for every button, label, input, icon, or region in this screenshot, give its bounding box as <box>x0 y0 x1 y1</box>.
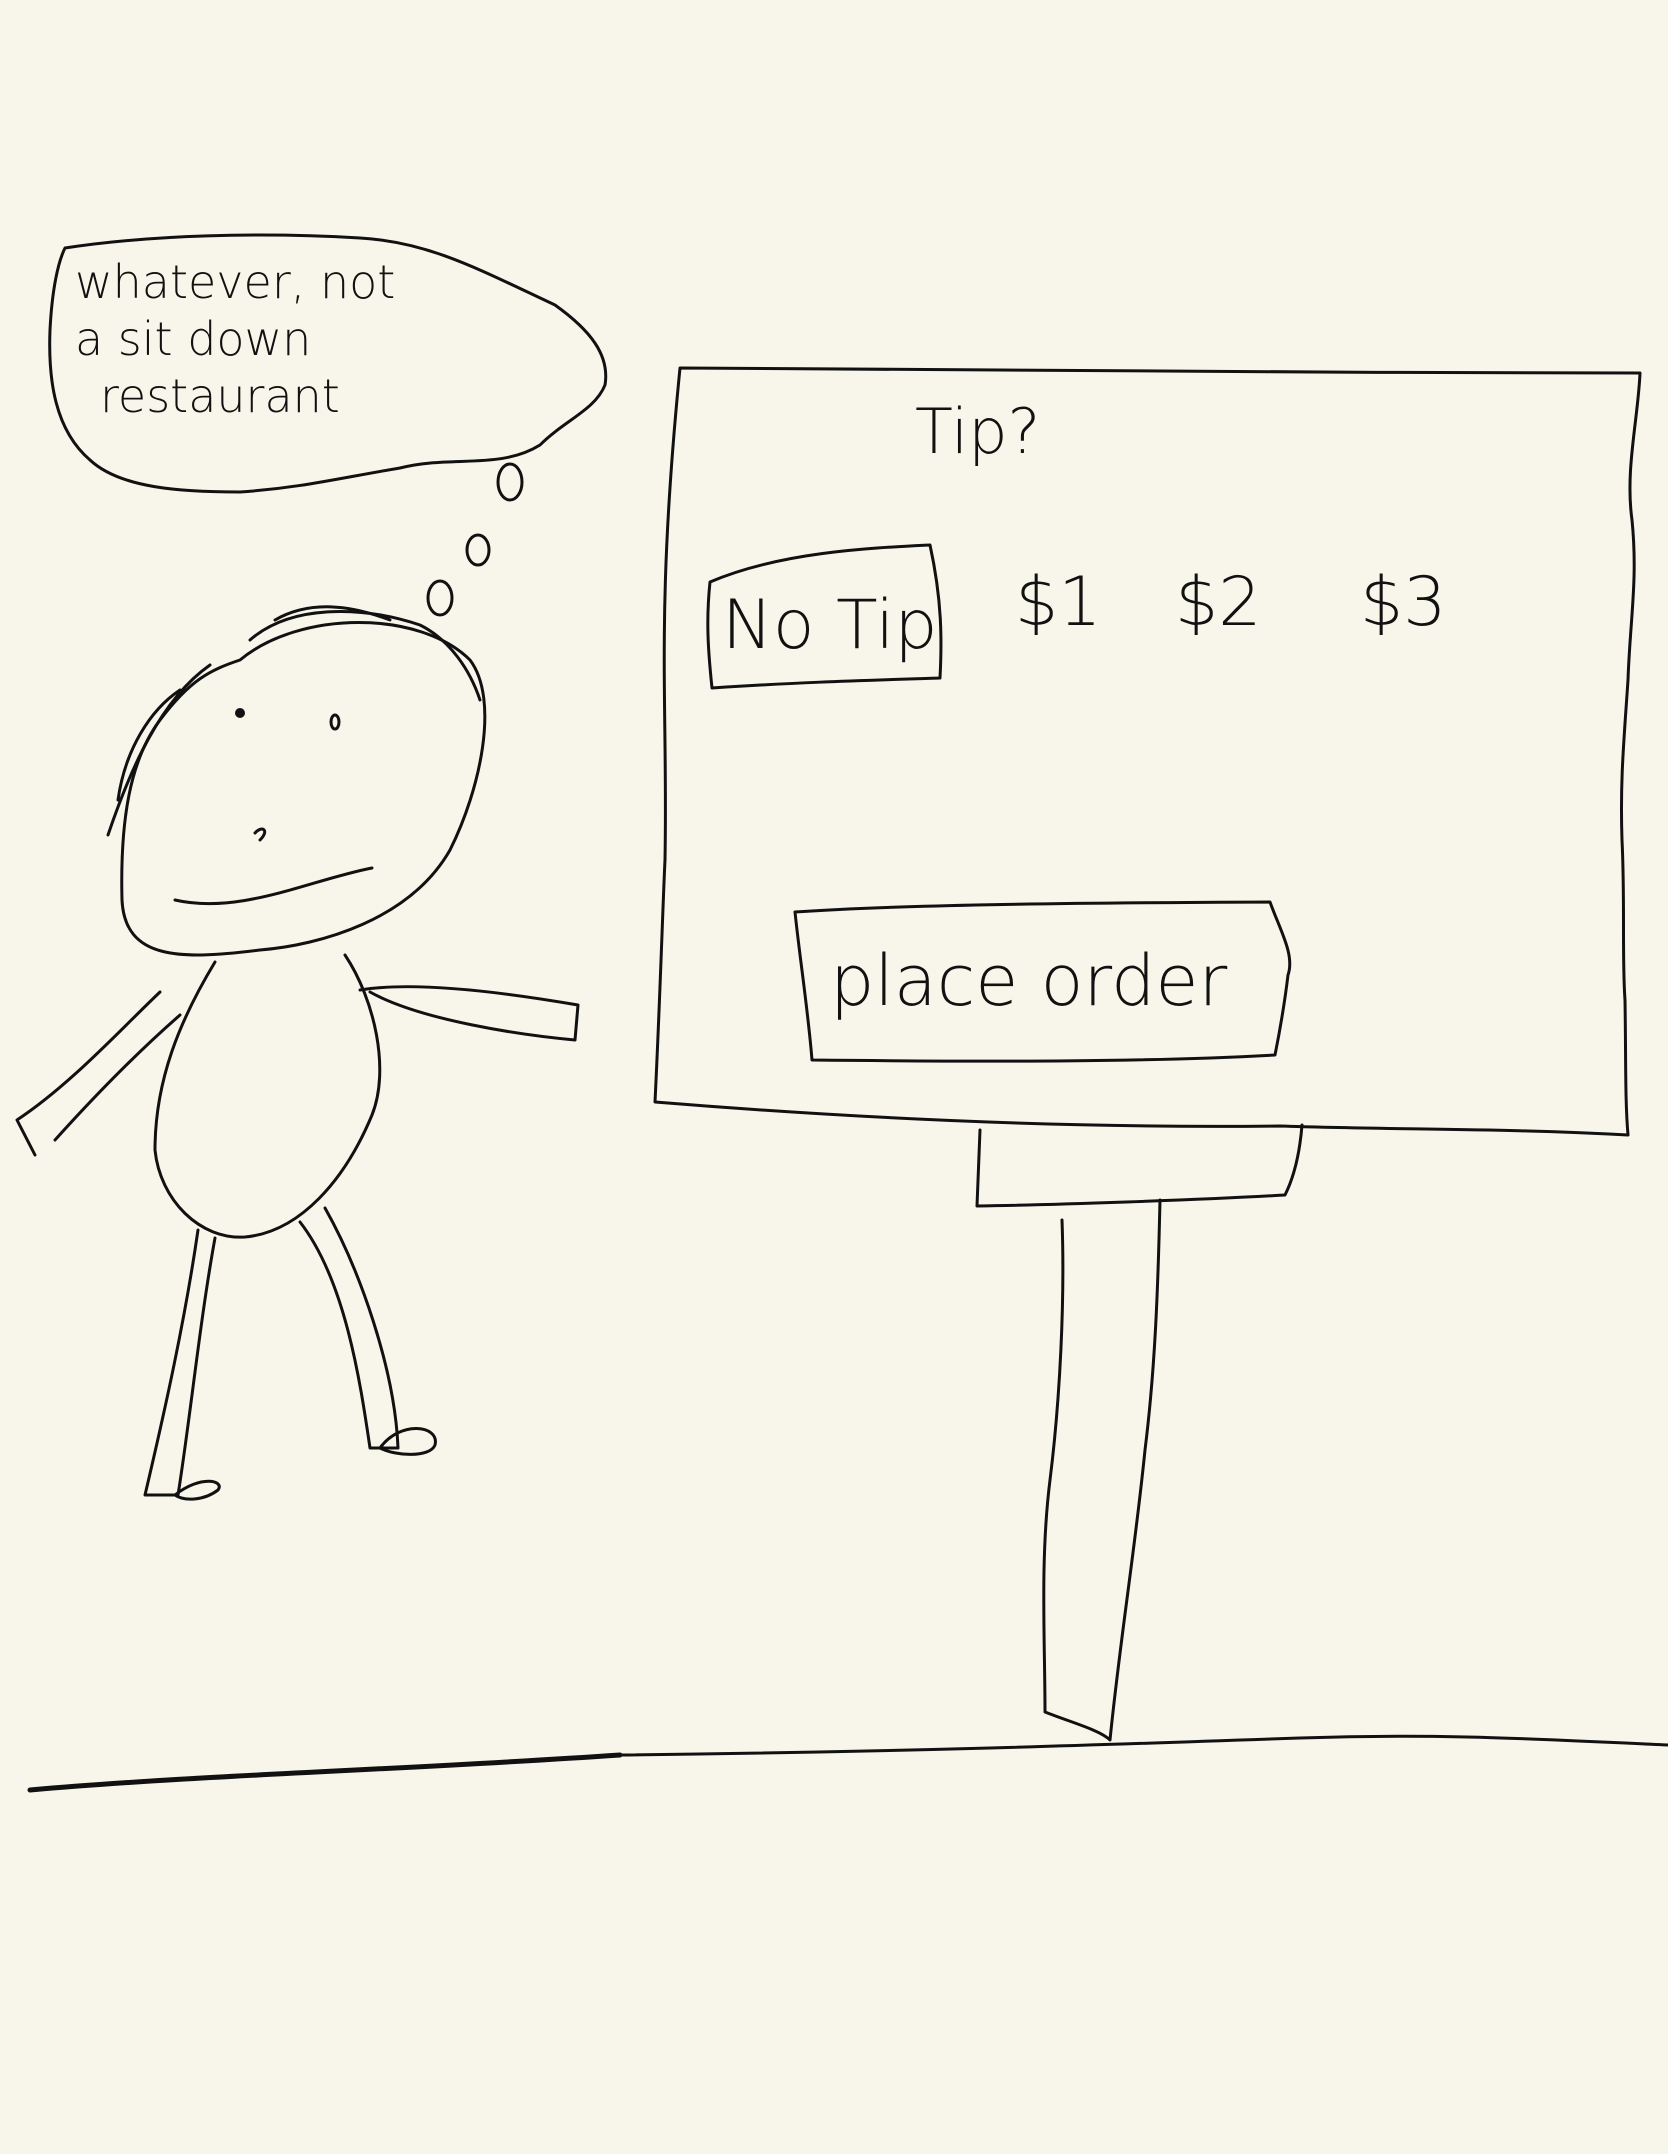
ground-line-dark <box>27 1752 623 1793</box>
person-left-leg <box>143 1228 217 1497</box>
sketch-scene: whatever, not a sit down restaurant Tip?… <box>15 233 1668 1793</box>
person-hair <box>106 605 482 837</box>
kiosk-title: Tip? <box>915 395 1040 468</box>
tip-option-2[interactable]: $2 <box>1175 563 1262 642</box>
tip-option-no-tip[interactable]: No Tip <box>706 543 943 690</box>
tip-option-label-3: $3 <box>1360 563 1447 642</box>
thought-dot-small <box>426 579 454 617</box>
thought-dot-medium <box>465 533 491 567</box>
kiosk-pole <box>1042 1198 1162 1742</box>
place-order-label: place order <box>830 940 1227 1022</box>
person-nose <box>253 827 267 842</box>
person-right-foot <box>378 1427 437 1456</box>
tip-option-label-no-tip: No Tip <box>722 586 938 665</box>
kiosk-neck <box>975 1123 1304 1208</box>
person-right-arm <box>358 985 580 1042</box>
person-left-foot <box>173 1479 221 1501</box>
person-right-eye <box>329 713 341 731</box>
person-mouth <box>173 866 374 906</box>
thought-line-2: a sit down <box>75 312 311 366</box>
ground <box>27 1734 1668 1793</box>
place-order-button[interactable]: place order <box>793 900 1292 1063</box>
tip-option-label-2: $2 <box>1175 563 1262 642</box>
tip-option-1[interactable]: $1 <box>1015 563 1102 642</box>
person-figure <box>15 605 580 1501</box>
thought-dot-large <box>496 462 524 502</box>
person-left-eye <box>235 708 245 718</box>
tip-option-3[interactable]: $3 <box>1360 563 1447 642</box>
thought-bubble: whatever, not a sit down restaurant <box>48 233 608 617</box>
kiosk: Tip? No Tip $1 $2 $3 place order <box>653 366 1642 1742</box>
tip-option-label-1: $1 <box>1015 563 1102 642</box>
thought-line-1: whatever, not <box>75 255 395 309</box>
person-right-leg <box>298 1206 400 1450</box>
person-body <box>153 953 382 1239</box>
ground-line <box>618 1734 1668 1757</box>
thought-line-3: restaurant <box>100 369 340 423</box>
person-head <box>120 621 487 957</box>
